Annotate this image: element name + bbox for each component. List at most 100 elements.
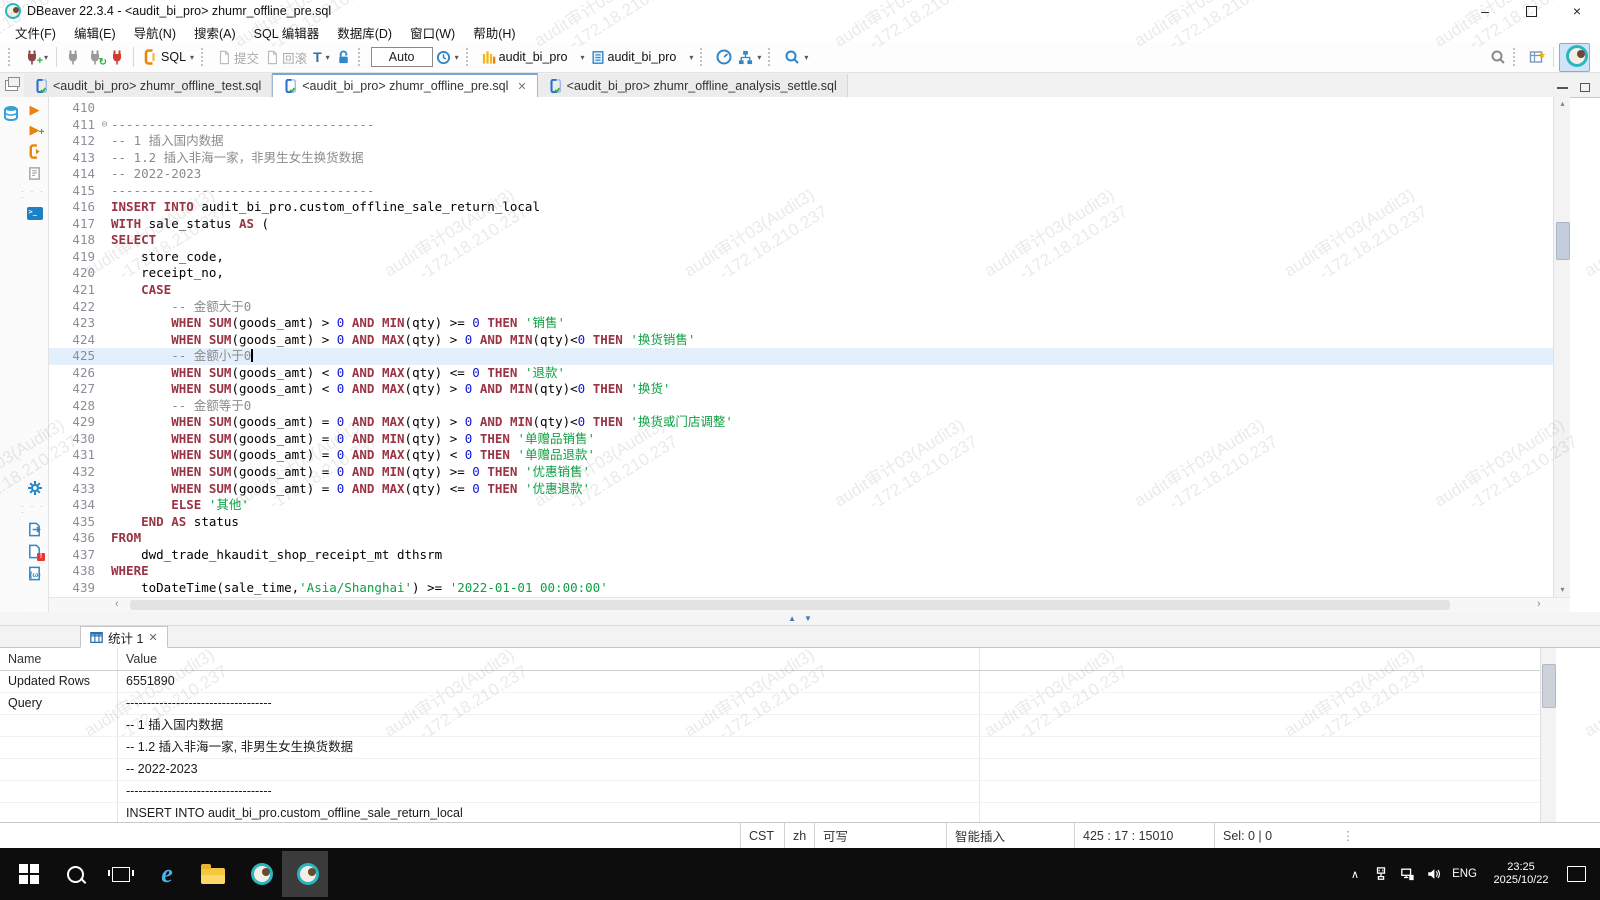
scroll-right-arrow[interactable]: ›: [1537, 598, 1541, 611]
chevron-down-icon[interactable]: ▾: [190, 53, 194, 62]
table-row-5[interactable]: -- 2022-2023: [0, 759, 1540, 781]
autocommit-combo[interactable]: Auto: [371, 47, 433, 67]
dashboard-button[interactable]: [713, 46, 735, 68]
minimize-editor-icon[interactable]: [1557, 87, 1568, 89]
file-alert-icon[interactable]: !: [27, 544, 42, 559]
execute-new-tab-button[interactable]: ▶+: [30, 123, 40, 137]
maximize-editor-icon[interactable]: [1580, 83, 1590, 92]
file-explorer-button[interactable]: [190, 851, 236, 897]
chevron-down-icon[interactable]: ▾: [580, 53, 584, 62]
tab-statistics[interactable]: 统计 1 ✕: [80, 626, 168, 648]
connect-button[interactable]: [62, 46, 84, 68]
status-caret-position[interactable]: 425 : 17 : 15010: [1074, 823, 1214, 848]
menu-item-1[interactable]: 文件(F): [6, 21, 65, 44]
maximize-button[interactable]: [1508, 0, 1554, 22]
table-row-2[interactable]: Query-----------------------------------: [0, 693, 1540, 715]
chevron-down-icon[interactable]: ▾: [689, 53, 693, 62]
restore-view-icon[interactable]: [5, 80, 18, 91]
taskbar-clock[interactable]: 23:25 2025/10/22: [1483, 861, 1559, 887]
internet-explorer-button[interactable]: e: [144, 851, 190, 897]
dbeaver-taskbar-button[interactable]: [236, 851, 282, 897]
status-timezone[interactable]: CST: [740, 823, 784, 848]
database-navigator-icon[interactable]: [3, 105, 19, 121]
column-header-name[interactable]: Name: [0, 648, 118, 670]
fold-collapse-icon[interactable]: ⊖: [98, 117, 111, 134]
scroll-down-arrow[interactable]: ▾: [1554, 585, 1571, 594]
usb-device-icon[interactable]: [1368, 867, 1394, 881]
execute-statement-button[interactable]: ▶: [30, 103, 40, 116]
sql-editor-area[interactable]: 410411⊖---------------------------------…: [49, 97, 1553, 597]
quick-access-search-button[interactable]: [1487, 46, 1509, 68]
close-tab-icon[interactable]: ✕: [148, 631, 157, 644]
sql-editor-button[interactable]: SQL ▾: [139, 46, 197, 68]
start-button[interactable]: [6, 851, 52, 897]
action-center-icon[interactable]: [1567, 866, 1586, 882]
reconnect-button[interactable]: ↻: [84, 46, 106, 68]
taskbar-search-button[interactable]: [52, 851, 98, 897]
file-word-wrap-icon[interactable]: (ω): [27, 566, 42, 581]
tray-chevron-up-icon[interactable]: ∧: [1342, 868, 1368, 881]
chevron-down-icon[interactable]: ▾: [326, 53, 330, 62]
status-insert-mode[interactable]: 智能插入: [946, 823, 1074, 848]
task-view-button[interactable]: [98, 851, 144, 897]
scrollbar-thumb[interactable]: [130, 600, 1450, 610]
disconnect-button[interactable]: [106, 46, 128, 68]
editor-tab-3[interactable]: <audit_bi_pro> zhumr_offline_analysis_se…: [538, 74, 848, 97]
editor-tab-2-active[interactable]: <audit_bi_pro> zhumr_offline_pre.sql✕: [272, 73, 537, 97]
explain-plan-button[interactable]: [27, 166, 42, 181]
transaction-mode-button[interactable]: T ▾: [310, 46, 333, 68]
dbeaver-taskbar-button-active[interactable]: [282, 851, 328, 897]
perspective-button[interactable]: ★: [1526, 46, 1548, 68]
scroll-up-arrow[interactable]: ▴: [1554, 99, 1571, 108]
status-writable[interactable]: 可写: [814, 823, 946, 848]
menu-item-3[interactable]: 导航(N): [125, 21, 185, 44]
db-search-button[interactable]: ▾: [781, 46, 811, 68]
menu-item-7[interactable]: 窗口(W): [401, 21, 464, 44]
status-language[interactable]: zh: [784, 823, 814, 848]
chevron-down-icon[interactable]: ▾: [804, 53, 808, 62]
new-connection-button[interactable]: + ▾: [21, 46, 51, 68]
table-row-3[interactable]: -- 1 插入国内数据: [0, 715, 1540, 737]
close-tab-icon[interactable]: ✕: [517, 80, 526, 93]
table-row-6[interactable]: -----------------------------------: [0, 781, 1540, 803]
dbeaver-icon: [297, 863, 319, 885]
user-profile-button[interactable]: [1559, 43, 1590, 72]
sash-down-arrow[interactable]: ▼: [804, 614, 812, 623]
connection-combo[interactable]: audit_bi_pro ▾: [479, 47, 588, 68]
sql-console-icon[interactable]: >_: [27, 207, 43, 220]
editor-tab-1[interactable]: <audit_bi_pro> zhumr_offline_test.sql: [24, 74, 272, 97]
minimize-button[interactable]: –: [1462, 0, 1508, 22]
settings-gear-icon[interactable]: [27, 480, 43, 496]
menu-item-8[interactable]: 帮助(H): [464, 21, 524, 44]
language-indicator[interactable]: ENG: [1446, 868, 1483, 880]
scrollbar-thumb[interactable]: [1542, 664, 1556, 708]
column-header-value[interactable]: Value: [118, 648, 980, 670]
sash-up-arrow[interactable]: ▲: [788, 614, 796, 623]
table-row-4[interactable]: -- 1.2 插入非海一家, 非男生女生换货数据: [0, 737, 1540, 759]
scroll-left-arrow[interactable]: ‹: [115, 598, 119, 611]
menu-item-2[interactable]: 编辑(E): [65, 21, 125, 44]
status-selection[interactable]: Sel: 0 | 0: [1214, 823, 1340, 848]
menu-item-4[interactable]: 搜索(A): [185, 21, 245, 44]
chevron-down-icon[interactable]: ▾: [455, 53, 459, 62]
export-result-icon[interactable]: [27, 522, 42, 537]
lock-button[interactable]: [333, 47, 354, 68]
chevron-down-icon[interactable]: ▾: [44, 53, 48, 62]
volume-icon[interactable]: [1420, 867, 1446, 881]
menu-item-5[interactable]: SQL 编辑器: [245, 21, 329, 44]
close-button[interactable]: ×: [1554, 0, 1600, 22]
network-status-icon[interactable]: [1394, 867, 1420, 881]
table-row-1[interactable]: Updated Rows6551890: [0, 671, 1540, 693]
rollback-button[interactable]: 回滚: [262, 45, 310, 70]
transaction-log-button[interactable]: ▾: [433, 47, 462, 68]
scrollbar-thumb[interactable]: [1556, 222, 1570, 260]
er-diagram-button[interactable]: ▾: [735, 47, 764, 68]
execute-script-button[interactable]: [27, 144, 42, 159]
table-row-7[interactable]: INSERT INTO audit_bi_pro.custom_offline_…: [0, 803, 1540, 822]
editor-vertical-scrollbar[interactable]: ▴ ▾: [1553, 97, 1570, 597]
chevron-down-icon[interactable]: ▾: [757, 53, 761, 62]
commit-button[interactable]: 提交: [214, 45, 262, 70]
menu-item-6[interactable]: 数据库(D): [328, 21, 401, 44]
database-combo[interactable]: audit_bi_pro ▾: [588, 47, 697, 68]
panel-sash[interactable]: ▲ ▼: [0, 612, 1600, 626]
